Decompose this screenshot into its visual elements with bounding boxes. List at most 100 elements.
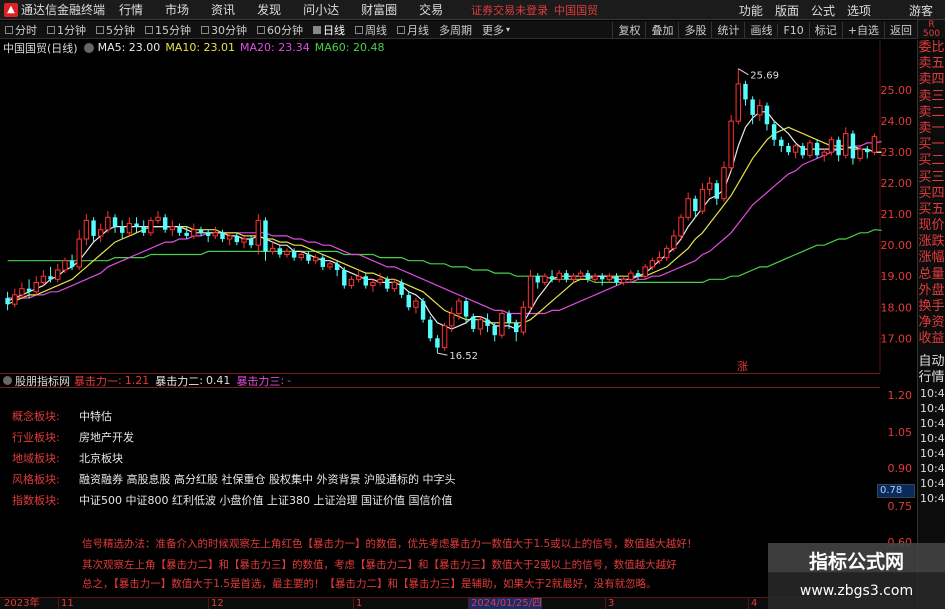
candle-body	[678, 216, 684, 237]
price-axis-tick: 20.00	[881, 239, 913, 252]
candle-body	[391, 281, 398, 290]
checkbox-icon	[355, 25, 363, 34]
indicator-name[interactable]: 股朋指标网	[15, 373, 70, 389]
tool-statistics[interactable]: 统计	[711, 22, 744, 38]
candle-body	[234, 235, 240, 243]
settings-circle-icon[interactable]	[3, 376, 12, 385]
menu-formula[interactable]: 公式	[811, 2, 835, 19]
menu-function[interactable]: 功能	[739, 2, 763, 19]
candle-body	[277, 248, 283, 255]
menu-news[interactable]: 资讯	[211, 1, 235, 18]
candle-body	[348, 278, 355, 287]
low-marker-line	[437, 352, 448, 356]
menu-discover[interactable]: 发现	[257, 1, 281, 18]
candle-body	[706, 182, 713, 190]
candle-body	[614, 276, 619, 283]
candle-body	[843, 133, 849, 156]
menu-layout[interactable]: 版面	[775, 2, 799, 19]
indicator-line1-value: 1.21	[124, 374, 150, 387]
candle-body	[69, 260, 75, 267]
tool-f10[interactable]: F10	[777, 23, 808, 37]
settings-circle-icon[interactable]	[83, 42, 94, 53]
period-5min[interactable]: 5分钟	[91, 22, 140, 38]
note-line: 其次观察左上角【暴击力二】和【暴击力三】的数值，考虑【暴击力二】和【暴击力三】数…	[82, 559, 677, 571]
candle-body	[312, 257, 319, 262]
candle-body	[119, 226, 125, 233]
menu-market-quotes[interactable]: 行情	[119, 1, 143, 18]
candle-body	[62, 260, 68, 271]
candle-body	[284, 250, 290, 256]
kline-chart[interactable]: 25.00 24.00 23.00 22.00 21.00 20.00 19.00 18.00…	[0, 40, 912, 372]
tool-mark[interactable]: 标记	[808, 22, 842, 38]
side-time: 10:4	[920, 491, 945, 505]
tool-overlay[interactable]: 叠加	[645, 22, 678, 38]
candle-body	[291, 251, 297, 258]
candle-body	[828, 139, 835, 153]
side-time: 10:4	[920, 431, 945, 445]
candle-body	[693, 198, 698, 212]
ma10-value: MA10: 23.01	[165, 41, 236, 54]
period-weekly[interactable]: 周线	[350, 22, 392, 38]
candle-body	[198, 229, 204, 233]
menu-market[interactable]: 市场	[165, 1, 189, 18]
period-intraday[interactable]: 分时	[0, 22, 42, 38]
user-guest[interactable]: 游客	[909, 2, 933, 19]
candle-body	[112, 217, 118, 227]
tool-back[interactable]: 返回	[884, 22, 917, 38]
tool-add-watchlist[interactable]: +自选	[841, 22, 884, 38]
side-item[interactable]: 行情	[918, 370, 945, 386]
menu-ask-xiaoda[interactable]: 问小达	[303, 1, 339, 18]
r-indicator-box[interactable]: R 500	[917, 20, 945, 39]
right-menu: 功能 版面 公式 选项 游客	[739, 0, 945, 20]
period-more[interactable]: 更多 ▾	[477, 22, 515, 38]
side-item: 现价	[918, 218, 945, 234]
ma20-value: MA20: 23.34	[240, 41, 310, 54]
indicator-line2-label: 暴击力二	[155, 374, 200, 388]
side-item[interactable]: 自动	[918, 354, 945, 370]
period-multi[interactable]: 多周期	[434, 22, 477, 38]
menu-wealth-circle[interactable]: 财富圈	[361, 1, 397, 18]
tool-adjust[interactable]: 复权	[612, 22, 645, 38]
checkbox-icon	[201, 25, 209, 34]
candle-body	[370, 281, 376, 287]
tool-draw-line[interactable]: 画线	[744, 22, 777, 38]
tool-multi-stock[interactable]: 多股	[678, 22, 711, 38]
period-daily[interactable]: 日线	[308, 22, 350, 38]
candle-body	[750, 99, 755, 115]
login-notice[interactable]: 证券交易未登录	[471, 2, 548, 18]
candle-body	[807, 142, 813, 156]
menu-trade[interactable]: 交易	[419, 1, 443, 18]
candle-body	[599, 276, 605, 280]
menu-options[interactable]: 选项	[847, 2, 871, 19]
time-label: 2023年	[4, 598, 40, 609]
candle-body	[306, 254, 311, 261]
period-1min[interactable]: 1分钟	[42, 22, 91, 38]
period-60min[interactable]: 60分钟	[252, 22, 308, 38]
candle-body	[441, 325, 448, 349]
period-15min[interactable]: 15分钟	[140, 22, 196, 38]
period-30min[interactable]: 30分钟	[196, 22, 252, 38]
candle-body	[577, 272, 584, 277]
stock-title: 中国国贸(日线)	[3, 41, 78, 55]
candle-body	[263, 220, 268, 252]
candle-body	[55, 269, 61, 280]
candle-body	[671, 235, 677, 249]
candle-body	[779, 139, 784, 146]
side-time: 10:4	[920, 416, 945, 430]
period-label: 分时	[15, 23, 37, 37]
app-title: 通达信金融终端	[21, 3, 106, 17]
period-monthly[interactable]: 月线	[392, 22, 434, 38]
candle-body	[792, 145, 799, 153]
side-item: 涨幅	[918, 250, 945, 266]
period-label: 5分钟	[106, 23, 135, 37]
side-time: 10:4	[920, 446, 945, 460]
checkbox-icon	[5, 25, 13, 34]
candle-body	[420, 301, 426, 320]
period-label: 多周期	[439, 23, 472, 37]
candle-body	[728, 120, 734, 169]
candle-body	[656, 257, 663, 262]
side-item: 买五	[918, 201, 945, 217]
indicator-line1-label: 暴击力一	[74, 374, 118, 388]
period-label: 1分钟	[57, 23, 86, 37]
candle-body	[564, 273, 569, 280]
